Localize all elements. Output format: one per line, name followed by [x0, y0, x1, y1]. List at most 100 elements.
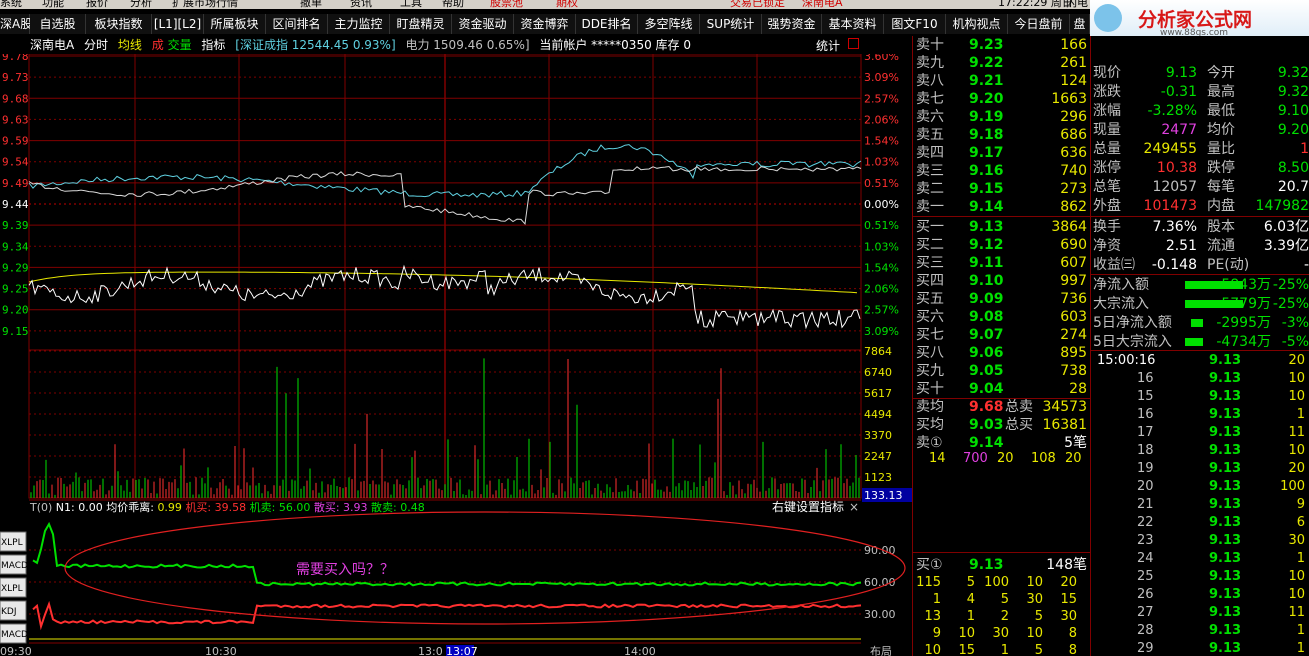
- level-label: 买七: [916, 327, 944, 343]
- stats-button[interactable]: 统计: [816, 37, 840, 54]
- price-tick-label: 9.20: [2, 304, 29, 317]
- menu-quote[interactable]: 报价: [86, 0, 108, 9]
- flow-value: -2995万: [1216, 315, 1271, 331]
- tick-row: 16 9.13 1: [1093, 406, 1309, 424]
- tab-8[interactable]: 资金驱动: [452, 14, 514, 34]
- tick-time: 29: [1137, 641, 1154, 656]
- tab-2[interactable]: 板块指数: [86, 14, 152, 34]
- sell-level[interactable]: 卖四 9.17 636: [913, 144, 1091, 162]
- quote-row: 现量 2477 均价 9.20: [1093, 121, 1309, 139]
- sell-level[interactable]: 卖六 9.19 296: [913, 108, 1091, 126]
- tab-9[interactable]: 资金博弈: [514, 14, 576, 34]
- quote-value: 1: [1300, 141, 1309, 157]
- layout-button[interactable]: 布局: [870, 645, 892, 656]
- indicator-field: 3.93: [343, 501, 371, 514]
- quote-value: 12057: [1152, 179, 1197, 195]
- menu-tools[interactable]: 工具: [400, 0, 422, 9]
- label: 总买: [1005, 417, 1033, 433]
- menu-system[interactable]: 系统: [0, 0, 22, 9]
- quote-value: 9.10: [1277, 103, 1309, 119]
- menu-news[interactable]: 资讯: [350, 0, 372, 9]
- tick-volume: 11: [1288, 425, 1305, 440]
- flow-value: -5779万: [1216, 296, 1271, 312]
- flow-percent: -25%: [1272, 296, 1309, 312]
- tab-13[interactable]: 强势资金: [762, 14, 822, 34]
- queue-volume: 9: [932, 626, 941, 641]
- buy-level[interactable]: 买七 9.07 274: [913, 326, 1091, 344]
- tab-14[interactable]: 基本资料: [822, 14, 884, 34]
- sell-level[interactable]: 卖二 9.15 273: [913, 180, 1091, 198]
- queue-volume: 30: [992, 626, 1009, 641]
- close-icon[interactable]: ×: [849, 500, 859, 514]
- menu-cancel[interactable]: 撤单: [300, 0, 322, 9]
- buy-level[interactable]: 买九 9.05 738: [913, 362, 1091, 380]
- tab-7[interactable]: 盯盘精灵: [390, 14, 452, 34]
- tab-15[interactable]: 图文F10: [884, 14, 946, 34]
- time-tick-label: 14:00: [624, 645, 656, 656]
- sell-level[interactable]: 卖九 9.22 261: [913, 54, 1091, 72]
- tab-intraday[interactable]: 分时: [84, 38, 108, 52]
- menu-function[interactable]: 功能: [42, 0, 64, 9]
- price-tick-label: 9.68: [2, 92, 29, 105]
- fund-value: 7.36%: [1152, 219, 1197, 235]
- buy-level[interactable]: 买四 9.10 997: [913, 272, 1091, 290]
- buy-level[interactable]: 买六 9.08 603: [913, 308, 1091, 326]
- level-volume: 3864: [1051, 219, 1087, 235]
- menu-analysis[interactable]: 分析: [130, 0, 152, 9]
- buy-level[interactable]: 买八 9.06 895: [913, 344, 1091, 362]
- average-price-line: [28, 271, 858, 294]
- tick-time: 28: [1137, 623, 1154, 638]
- buy-level[interactable]: 买一 9.13 3864: [913, 218, 1091, 236]
- level-volume: 607: [1060, 255, 1087, 271]
- queue-volume: 10: [924, 643, 941, 656]
- level-volume: 28: [1069, 381, 1087, 397]
- sell-level[interactable]: 卖七 9.20 1663: [913, 90, 1091, 108]
- order-book: 卖十 9.23 166 卖九 9.22 261 卖八 9.21 124 卖七 9.20 1663 卖六 9…: [912, 36, 1091, 656]
- buy-level[interactable]: 买二 9.12 690: [913, 236, 1091, 254]
- tab-12[interactable]: SUP统计: [700, 14, 762, 34]
- sell-level[interactable]: 卖三 9.16 740: [913, 162, 1091, 180]
- tick-time: 16: [1137, 371, 1154, 386]
- tab-ma[interactable]: 均线: [118, 38, 142, 52]
- sell-level[interactable]: 卖五 9.18 686: [913, 126, 1091, 144]
- menu-options[interactable]: 期权: [556, 0, 578, 9]
- tick-row: 19 9.13 20: [1093, 460, 1309, 478]
- sell-level[interactable]: 卖十 9.23 166: [913, 36, 1091, 54]
- buy-level[interactable]: 买十 9.04 28: [913, 380, 1091, 398]
- tab-16[interactable]: 机构视点: [946, 14, 1008, 34]
- tab-3[interactable]: [L1][L2]: [152, 14, 204, 34]
- indicator-settings-hint[interactable]: 右键设置指标: [772, 499, 844, 514]
- tab-indicator[interactable]: 指标: [201, 38, 225, 52]
- tab-volume[interactable]: 交量: [168, 38, 192, 52]
- restore-icon[interactable]: [848, 38, 859, 49]
- queue-volume: 13: [924, 609, 941, 624]
- value: 9.13: [969, 557, 1004, 573]
- menu-flash[interactable]: 闪电: [1066, 0, 1088, 9]
- tab-11[interactable]: 多空阵线: [638, 14, 700, 34]
- level-volume: 274: [1060, 327, 1087, 343]
- sell-level[interactable]: 卖一 9.14 862: [913, 198, 1091, 216]
- menu-stock-pool[interactable]: 股票池: [490, 0, 523, 9]
- tab-18[interactable]: 盘: [1070, 14, 1090, 34]
- menu-ext-market[interactable]: 扩展市场行情: [172, 0, 238, 9]
- quote-value: 20.7: [1277, 179, 1309, 195]
- tab-5[interactable]: 区间排名: [266, 14, 328, 34]
- buy-level[interactable]: 买五 9.09 736: [913, 290, 1091, 308]
- intraday-chart[interactable]: 9.78 3.60% 9.73 3.09% 9.68 2.57% 9.63 2.06% 9.59…: [0, 54, 912, 656]
- quote-row: 总量 249455 量比 1: [1093, 140, 1309, 158]
- level-price: 9.20: [969, 91, 1004, 107]
- annotation-text: 需要买入吗？？: [296, 562, 394, 578]
- tab-4[interactable]: 所属板块: [204, 14, 266, 34]
- tab-10[interactable]: DDE排名: [576, 14, 638, 34]
- pct-tick-label: 2.57%: [864, 92, 899, 105]
- queue-volume: 10: [1026, 575, 1043, 590]
- tab-1[interactable]: 自选股: [30, 14, 86, 34]
- tab-6[interactable]: 主力监控: [328, 14, 390, 34]
- buy-level[interactable]: 买三 9.11 607: [913, 254, 1091, 272]
- menu-help[interactable]: 帮助: [442, 0, 464, 9]
- tab-0[interactable]: 深A股: [0, 14, 32, 34]
- time-tick-label: 13:0: [418, 645, 443, 656]
- tab-cheng[interactable]: 成: [152, 38, 164, 52]
- tab-17[interactable]: 今日盘前: [1008, 14, 1070, 34]
- sell-level[interactable]: 卖八 9.21 124: [913, 72, 1091, 90]
